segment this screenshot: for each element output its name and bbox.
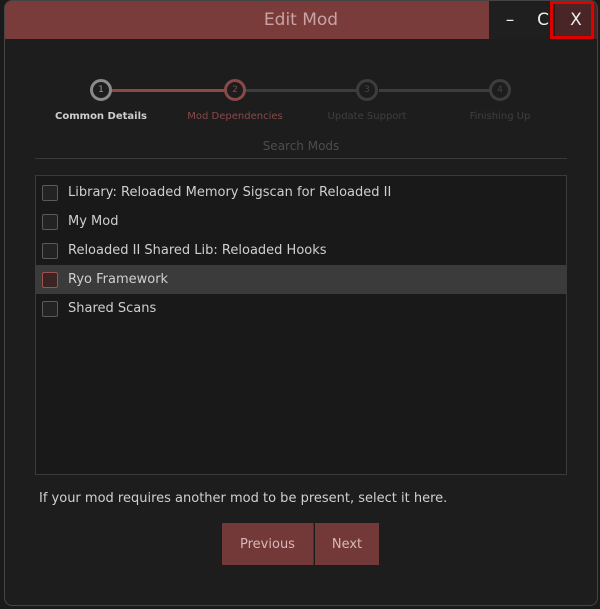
- search-mods-input[interactable]: Search Mods: [35, 139, 567, 153]
- mod-dependency-list[interactable]: Library: Reloaded Memory Sigscan for Rel…: [35, 175, 567, 475]
- step-3-label: Update Support: [327, 111, 407, 122]
- dependency-checkbox[interactable]: [42, 213, 58, 230]
- mod-name: Reloaded II Shared Lib: Reloaded Hooks: [68, 243, 327, 258]
- step-1-indicator: 1: [90, 79, 112, 101]
- list-item[interactable]: Library: Reloaded Memory Sigscan for Rel…: [36, 178, 566, 207]
- dependency-hint: If your mod requires another mod to be p…: [39, 491, 448, 506]
- step-connector: [101, 89, 225, 92]
- dependency-checkbox[interactable]: [42, 300, 58, 317]
- mod-name: My Mod: [68, 214, 119, 229]
- mod-name: Shared Scans: [68, 301, 157, 316]
- maximize-icon: C: [537, 10, 549, 30]
- step-1-label: Common Details: [55, 111, 147, 122]
- step-connector: [245, 89, 359, 92]
- previous-button[interactable]: Previous: [222, 523, 314, 565]
- minimize-icon: –: [505, 10, 515, 30]
- minimize-button[interactable]: –: [489, 1, 531, 39]
- maximize-button[interactable]: C: [531, 1, 555, 39]
- step-2-indicator: 2: [224, 79, 246, 101]
- title-bar[interactable]: Edit Mod – C X: [5, 1, 597, 39]
- step-connector: [379, 89, 493, 92]
- close-icon: X: [570, 10, 582, 30]
- close-button[interactable]: X: [555, 1, 597, 39]
- edit-mod-window: Edit Mod – C X 1 2 3 4 Common Details Mo…: [4, 0, 598, 606]
- step-3-indicator: 3: [356, 79, 378, 101]
- step-4-indicator: 4: [489, 79, 511, 101]
- dependency-checkbox[interactable]: [42, 184, 58, 201]
- list-item[interactable]: Reloaded II Shared Lib: Reloaded Hooks: [36, 236, 566, 265]
- list-item[interactable]: Shared Scans: [36, 294, 566, 323]
- search-divider: [35, 158, 567, 159]
- list-item[interactable]: Ryo Framework: [36, 265, 566, 294]
- step-4-label: Finishing Up: [469, 111, 531, 122]
- next-button[interactable]: Next: [315, 523, 379, 565]
- list-item[interactable]: My Mod: [36, 207, 566, 236]
- step-2-label: Mod Dependencies: [187, 111, 283, 122]
- dependency-checkbox[interactable]: [42, 242, 58, 259]
- dependency-checkbox[interactable]: [42, 271, 58, 288]
- wizard-steps: 1 2 3 4 Common Details Mod Dependencies …: [5, 79, 597, 129]
- mod-name: Library: Reloaded Memory Sigscan for Rel…: [68, 185, 392, 200]
- mod-name: Ryo Framework: [68, 272, 169, 287]
